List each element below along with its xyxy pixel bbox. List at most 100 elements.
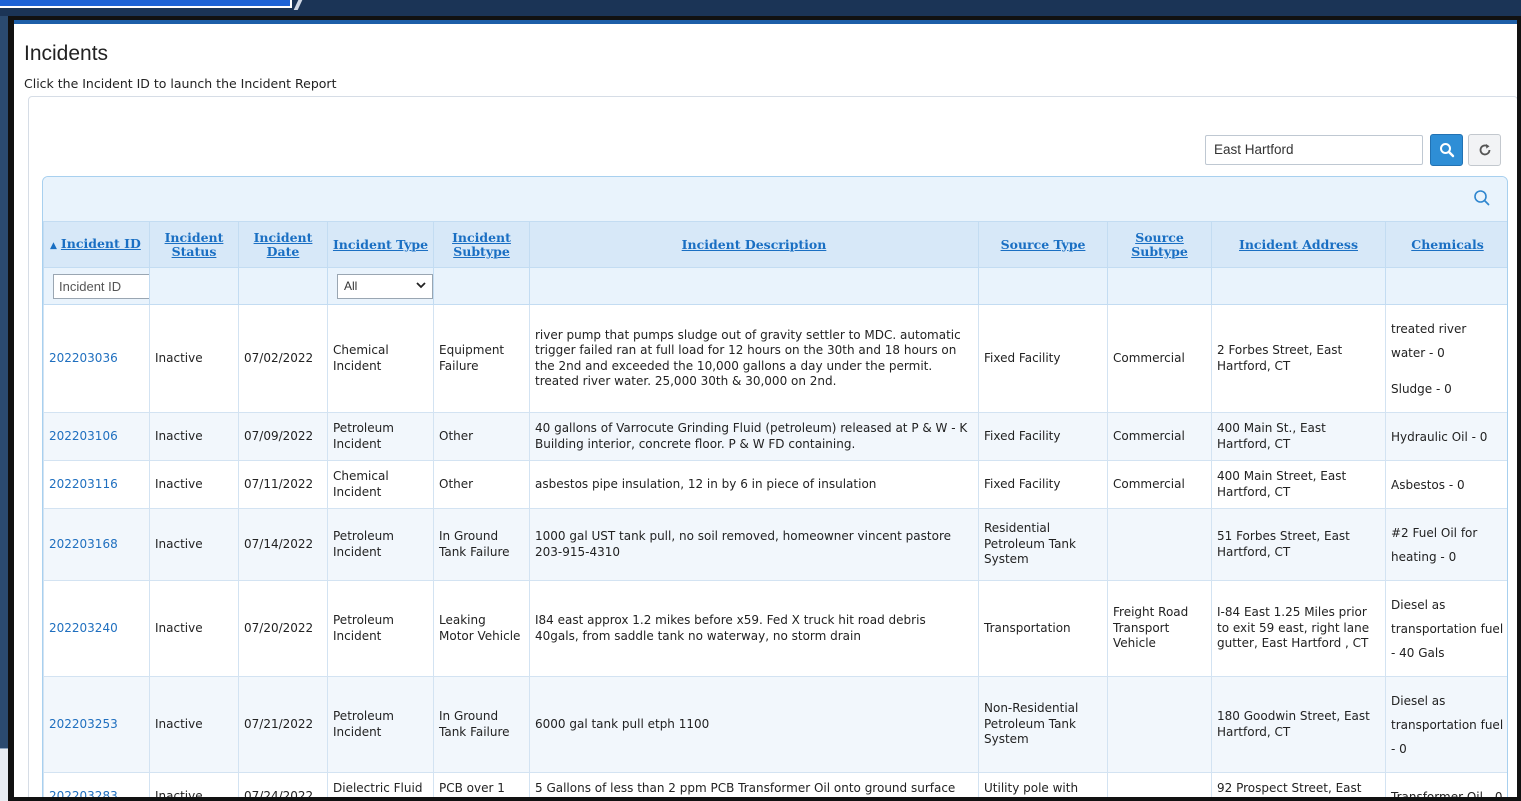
address-cell: I-84 East 1.25 Miles prior to exit 59 ea… [1211, 580, 1386, 677]
address-cell: 92 Prospect Street, East Hartford, CT [1211, 772, 1386, 797]
page-title: Incidents [24, 42, 109, 65]
subtype-cell: PCB over 1 ppm [433, 772, 530, 797]
app-frame: Incidents Click the Incident ID to launc… [8, 16, 1521, 801]
chemical-item: Sludge - 0 [1391, 381, 1452, 396]
source-subtype-cell [1107, 508, 1212, 581]
chemicals-cell: #2 Fuel Oil for heating - 0 [1385, 508, 1507, 581]
source-type-cell: Non-Residential Petroleum Tank System [978, 676, 1108, 773]
refresh-button[interactable] [1468, 134, 1501, 166]
incident-id-link[interactable]: 202203116 [43, 460, 150, 509]
search-button[interactable] [1430, 134, 1463, 166]
chemical-item: Hydraulic Oil - 0 [1391, 429, 1488, 444]
filter-cell [149, 267, 239, 305]
incident-id-link[interactable]: 202203106 [43, 412, 150, 461]
col-incident-address[interactable]: Incident Address [1211, 221, 1386, 268]
app-content: Incidents Click the Incident ID to launc… [14, 20, 1517, 797]
col-incident-id[interactable]: ▲ Incident ID [43, 221, 150, 268]
description-cell: 40 gallons of Varrocute Grinding Fluid (… [529, 412, 979, 461]
filter-cell [529, 267, 979, 305]
description-cell: I84 east approx 1.2 mikes before x59. Fe… [529, 580, 979, 677]
subtype-cell: Other [433, 460, 530, 509]
date-cell: 07/14/2022 [238, 508, 328, 581]
description-cell: 5 Gallons of less than 2 ppm PCB Transfo… [529, 772, 979, 797]
incident-id-link[interactable]: 202203253 [43, 676, 150, 773]
table-row: 202203253 Inactive 07/21/2022 Petroleum … [43, 676, 1507, 773]
top-tab-strip [0, 0, 292, 8]
source-type-cell: Fixed Facility [978, 460, 1108, 509]
source-subtype-cell: Commercial [1107, 304, 1212, 413]
subtype-cell: In Ground Tank Failure [433, 676, 530, 773]
incident-id-link[interactable]: 202203240 [43, 580, 150, 677]
top-divider [293, 0, 303, 10]
filter-row: Incident ID All [43, 267, 1507, 305]
date-cell: 07/11/2022 [238, 460, 328, 509]
filter-cell [1107, 267, 1212, 305]
type-cell: Petroleum Incident [327, 508, 434, 581]
date-cell: 07/24/2022 [238, 772, 328, 797]
description-cell: 6000 gal tank pull etph 1100 [529, 676, 979, 773]
incident-id-link[interactable]: 202203283 [43, 772, 150, 797]
source-subtype-cell: Commercial [1107, 412, 1212, 461]
grid-toolbar [43, 177, 1507, 221]
table-row: 202203240 Inactive 07/20/2022 Petroleum … [43, 580, 1507, 677]
type-cell: Chemical Incident [327, 460, 434, 509]
date-cell: 07/09/2022 [238, 412, 328, 461]
col-source-subtype[interactable]: Source Subtype [1107, 221, 1212, 268]
type-cell: Chemical Incident [327, 304, 434, 413]
search-icon [1439, 143, 1454, 158]
incident-type-filter[interactable]: All [337, 273, 433, 299]
chemical-item: Transformer Oil - 0 [1391, 789, 1503, 798]
status-cell: Inactive [149, 772, 239, 797]
address-cell: 180 Goodwin Street, East Hartford, CT [1211, 676, 1386, 773]
refresh-icon [1479, 144, 1490, 156]
status-cell: Inactive [149, 412, 239, 461]
sort-asc-icon: ▲ [50, 240, 57, 251]
table-row: 202203036 Inactive 07/02/2022 Chemical I… [43, 304, 1507, 413]
col-chemicals[interactable]: Chemicals [1385, 221, 1507, 268]
incident-id-link[interactable]: 202203036 [43, 304, 150, 413]
chemicals-cell: Asbestos - 0 [1385, 460, 1507, 509]
chemicals-cell: Diesel as transportation fuel - 40 Gals [1385, 580, 1507, 677]
table-row: 202203168 Inactive 07/14/2022 Petroleum … [43, 508, 1507, 581]
incidents-table: ▲ Incident ID Incident Status Incident Da… [43, 221, 1507, 798]
address-cell: 400 Main Street, East Hartford, CT [1211, 460, 1386, 509]
status-cell: Inactive [149, 580, 239, 677]
filter-cell [978, 267, 1108, 305]
chemical-item: #2 Fuel Oil for heating - 0 [1391, 525, 1478, 564]
source-type-cell: Utility pole with transformer [978, 772, 1108, 797]
incident-id-filter[interactable]: Incident ID [53, 273, 149, 299]
filter-cell [238, 267, 328, 305]
col-incident-status[interactable]: Incident Status [149, 221, 239, 268]
table-row: 202203283 Inactive 07/24/2022 Dielectric… [43, 772, 1507, 798]
source-subtype-cell: Freight Road Transport Vehicle [1107, 580, 1212, 677]
subtype-cell: Equipment Failure [433, 304, 530, 413]
type-cell: Petroleum Incident [327, 580, 434, 677]
page-subtitle: Click the Incident ID to launch the Inci… [24, 76, 337, 91]
date-cell: 07/20/2022 [238, 580, 328, 677]
col-incident-subtype[interactable]: Incident Subtype [433, 221, 530, 268]
date-cell: 07/21/2022 [238, 676, 328, 773]
incident-id-link[interactable]: 202203168 [43, 508, 150, 581]
chemical-item: Asbestos - 0 [1391, 477, 1465, 492]
status-cell: Inactive [149, 460, 239, 509]
table-row: 202203106 Inactive 07/09/2022 Petroleum … [43, 412, 1507, 461]
chemicals-cell: treated river water - 0 Sludge - 0 [1385, 304, 1507, 413]
subtype-cell: Other [433, 412, 530, 461]
filter-cell [1385, 267, 1507, 305]
search-input[interactable]: East Hartford [1205, 135, 1423, 165]
description-cell: asbestos pipe insulation, 12 in by 6 in … [529, 460, 979, 509]
col-incident-date[interactable]: Incident Date [238, 221, 328, 268]
subtype-cell: Leaking Motor Vehicle [433, 580, 530, 677]
chemical-item: treated river water - 0 [1391, 321, 1467, 360]
incident-type-filter-value: All [344, 278, 358, 293]
source-type-cell: Fixed Facility [978, 412, 1108, 461]
col-incident-type[interactable]: Incident Type [327, 221, 434, 268]
description-cell: river pump that pumps sludge out of grav… [529, 304, 979, 413]
status-cell: Inactive [149, 508, 239, 581]
address-cell: 400 Main St., East Hartford, CT [1211, 412, 1386, 461]
grid-search-icon[interactable] [1473, 189, 1491, 207]
col-source-type[interactable]: Source Type [978, 221, 1108, 268]
source-type-cell: Transportation [978, 580, 1108, 677]
col-label: Incident ID [60, 235, 141, 251]
col-incident-description[interactable]: Incident Description [529, 221, 979, 268]
